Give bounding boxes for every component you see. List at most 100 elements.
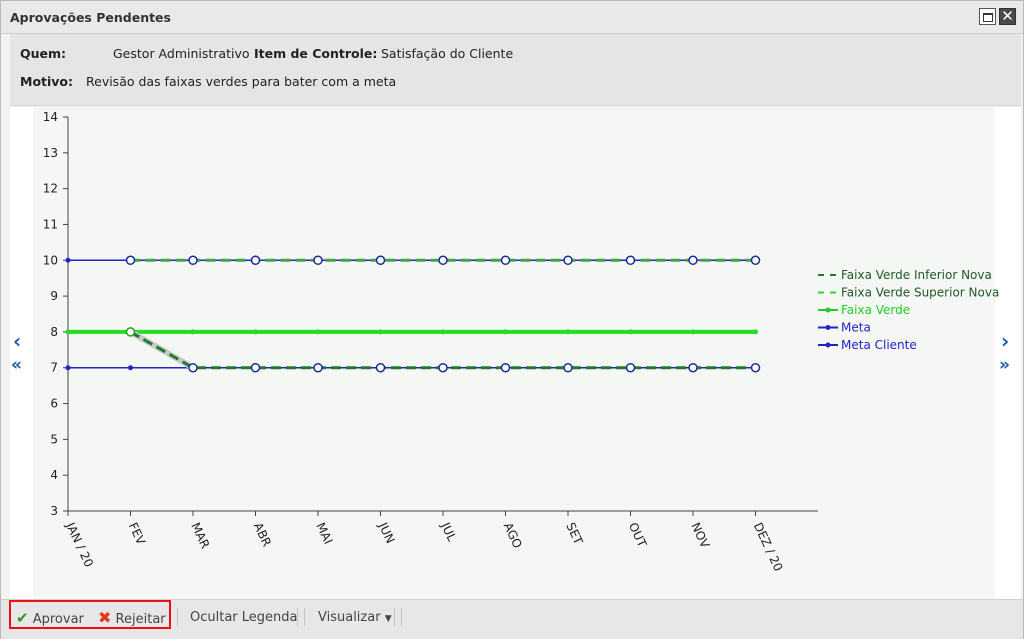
x-icon: ✖ (98, 608, 112, 627)
faixa-verde-point (753, 329, 758, 335)
double-chevron-right-icon[interactable]: » (999, 355, 1010, 375)
faixa-verde-point (190, 329, 196, 335)
legend-label: Faixa Verde Superior Nova (841, 286, 999, 300)
x-tick-label: JAN / 20 (63, 519, 96, 569)
y-tick-label: 14 (43, 110, 58, 124)
faixa-verde-point (628, 329, 633, 335)
faixa-verde-point (690, 329, 696, 335)
superior-nova-point (500, 255, 511, 266)
approve-button[interactable]: ✔ Aprovar (16, 608, 84, 628)
superior-nova-point (188, 255, 198, 266)
legend-label: Meta Cliente (841, 338, 917, 352)
quem-label: Quem: (20, 46, 67, 61)
inferior-nova-point (188, 362, 198, 373)
caret-down-icon: ▼ (384, 614, 392, 624)
inferior-nova-point (625, 362, 636, 373)
x-tick-label: OUT (626, 520, 650, 550)
faixa-verde-point (65, 329, 71, 335)
view-dropdown-button[interactable]: Visualizar ▼ (318, 608, 392, 628)
item-value: Satisfação do Cliente (381, 46, 514, 61)
inferior-nova-point (688, 362, 698, 373)
reject-label: Rejeitar (115, 612, 166, 627)
x-tick-label: ABR (251, 520, 274, 548)
series-faixa-verde-inferior-nova (129, 330, 756, 370)
faixa-verde-point (253, 329, 258, 335)
faixa-verde-point (315, 329, 321, 335)
superior-nova-point (750, 255, 761, 266)
inferior-nova-point (750, 362, 761, 373)
y-tick-label: 8 (50, 325, 58, 339)
y-tick-label: 11 (43, 217, 58, 231)
inferior-nova-point (500, 362, 511, 373)
legend-marker (825, 342, 831, 348)
superior-nova-point (563, 255, 573, 266)
x-tick-label: AGO (501, 520, 525, 550)
chevron-right-icon[interactable]: › (1001, 331, 1009, 351)
maximize-icon[interactable] (979, 8, 996, 25)
x-tick-label: MAR (188, 520, 212, 550)
line-chart: 3 4 5 6 7 8 9 10 11 12 13 14 JAN / 20 FEV MAR ABR MAI JUN… (43, 110, 1000, 573)
x-tick-label: DEZ / 20 (751, 520, 786, 573)
legend-marker (825, 307, 831, 313)
x-tick-label: JUL (438, 519, 459, 543)
superior-nova-point (250, 255, 261, 266)
toolbar-separator (297, 608, 298, 626)
y-tick-label: 7 (50, 361, 58, 375)
reject-button[interactable]: ✖ Rejeitar (98, 608, 166, 628)
inferior-nova-point (438, 362, 448, 373)
approve-label: Aprovar (32, 612, 84, 627)
y-tick-label: 4 (50, 468, 58, 482)
y-tick-label: 9 (50, 289, 58, 303)
legend-marker (825, 325, 831, 330)
faixa-verde-point (565, 329, 571, 335)
y-tick-label: 3 (50, 504, 58, 518)
legend-label: Faixa Verde (841, 303, 910, 317)
faixa-verde-point (440, 329, 446, 335)
x-tick-label: FEV (126, 520, 149, 547)
inferior-nova-point (125, 327, 136, 337)
approval-window: Aprovações Pendentes ✕ Quem: Gestor Admi… (0, 0, 1024, 639)
inferior-nova-point (313, 362, 323, 373)
superior-nova-point (688, 255, 698, 266)
inferior-nova-point (563, 362, 573, 373)
chevron-left-icon[interactable]: ‹ (13, 331, 21, 351)
y-tick-label: 13 (43, 146, 58, 160)
quem-value: Gestor Administrativo (113, 46, 250, 61)
faixa-verde-point (503, 329, 508, 335)
meta-point (65, 257, 71, 263)
x-tick-label: MAI (313, 520, 335, 546)
toolbar-separator (394, 608, 395, 626)
toolbar-separator (401, 608, 402, 626)
superior-nova-point (375, 255, 386, 266)
y-tick-label: 5 (50, 432, 58, 446)
superior-nova-point (438, 255, 448, 266)
y-tick-label: 10 (43, 253, 58, 267)
close-icon[interactable]: ✕ (999, 8, 1016, 25)
legend-label: Faixa Verde Inferior Nova (841, 268, 992, 282)
meta-cliente-point (65, 365, 71, 371)
motivo-value: Revisão das faixas verdes para bater com… (86, 74, 397, 89)
faixa-verde-point (378, 329, 383, 335)
motivo-label: Motivo: (20, 74, 74, 89)
hide-legend-button[interactable]: Ocultar Legenda (190, 608, 298, 628)
x-tick-label: SET (563, 520, 585, 547)
chart-area: 3 4 5 6 7 8 9 10 11 12 13 14 JAN / 20 FEV MAR ABR MAI JUN… (10, 107, 1021, 599)
meta-cliente-point (128, 365, 133, 371)
y-tick-label: 12 (43, 182, 58, 196)
superior-nova-point (313, 255, 323, 266)
toolbar-separator (304, 608, 305, 626)
bottom-toolbar: ✔ Aprovar ✖ Rejeitar Ocultar Legenda Vis… (1, 599, 1023, 639)
x-tick-label: JUN (375, 519, 397, 545)
window-title: Aprovações Pendentes (10, 10, 171, 25)
item-label: Item de Controle: (254, 46, 378, 61)
superior-nova-point (125, 255, 136, 266)
checkmark-icon: ✔ (16, 609, 29, 627)
double-chevron-left-icon[interactable]: « (11, 355, 22, 375)
view-label: Visualizar (318, 610, 381, 625)
superior-nova-point (625, 255, 636, 266)
legend-label: Meta (841, 321, 871, 335)
title-bar: Aprovações Pendentes ✕ (1, 1, 1023, 34)
inferior-nova-point (250, 362, 261, 373)
request-info-panel: Quem: Gestor Administrativo Item de Cont… (10, 34, 1021, 106)
inferior-nova-point (375, 362, 386, 373)
